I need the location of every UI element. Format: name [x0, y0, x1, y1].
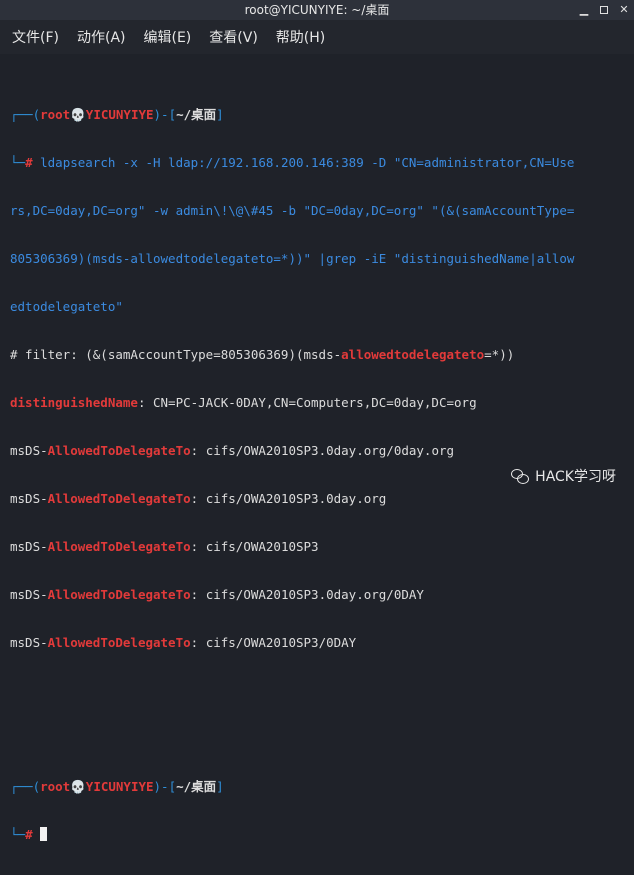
result-prefix: msDS-	[10, 491, 48, 506]
prompt-line: ┌──(root💀YICUNYIYE)-[~/桌面]	[10, 107, 624, 123]
prompt-corner: └─	[10, 155, 26, 170]
result-prefix: msDS-	[10, 587, 48, 602]
dn-line: distinguishedName: CN=PC-JACK-0DAY,CN=Co…	[10, 395, 624, 411]
menu-action[interactable]: 动作(A)	[77, 27, 126, 47]
result-value: : cifs/OWA2010SP3.0day.org/0day.org	[190, 443, 455, 458]
command-text: ldapsearch -x -H ldap://192.168.200.146:…	[32, 155, 575, 170]
window-controls: ▁ ✕	[578, 0, 630, 20]
result-line: msDS-AllowedToDelegateTo: cifs/OWA2010SP…	[10, 539, 624, 555]
window-title: root@YICUNYIYE: ~/桌面	[244, 3, 390, 17]
prompt-bracket-open: ┌──(	[10, 107, 41, 122]
result-prefix: msDS-	[10, 539, 48, 554]
prompt-path: ~/桌面	[176, 107, 217, 122]
result-value: : cifs/OWA2010SP3	[190, 539, 319, 554]
filter-highlight: allowedtodelegateto	[341, 347, 485, 362]
prompt-hash: #	[25, 827, 33, 842]
skull-icon: 💀	[70, 107, 86, 122]
menu-view[interactable]: 查看(V)	[209, 27, 258, 47]
prompt-bracket-open: ┌──(	[10, 779, 41, 794]
result-line: msDS-AllowedToDelegateTo: cifs/OWA2010SP…	[10, 587, 624, 603]
filter-text: # filter: (&(samAccountType=805306369)(m…	[10, 347, 342, 362]
minimize-icon[interactable]: ▁	[578, 0, 590, 20]
result-value: : cifs/OWA2010SP3.0day.org	[190, 491, 387, 506]
command-line: └─# ldapsearch -x -H ldap://192.168.200.…	[10, 155, 624, 171]
command-continuation: edtodelegateto"	[10, 299, 123, 314]
prompt-bracket-close: ]	[216, 779, 224, 794]
result-key: AllowedToDelegateTo	[47, 635, 191, 650]
result-key: AllowedToDelegateTo	[47, 539, 191, 554]
menu-bar: 文件(F) 动作(A) 编辑(E) 查看(V) 帮助(H)	[0, 20, 634, 54]
prompt-separator: )-[	[153, 779, 177, 794]
menu-help[interactable]: 帮助(H)	[276, 27, 325, 47]
text-cursor	[40, 827, 48, 841]
prompt-user: root	[40, 107, 71, 122]
input-line[interactable]: └─#	[10, 827, 624, 843]
prompt-line: ┌──(root💀YICUNYIYE)-[~/桌面]	[10, 779, 624, 795]
prompt-corner: └─	[10, 827, 26, 842]
filter-line: # filter: (&(samAccountType=805306369)(m…	[10, 347, 624, 363]
command-continuation: rs,DC=0day,DC=org" -w admin\!\@\#45 -b "…	[10, 203, 575, 218]
dn-key: distinguishedName	[10, 395, 138, 410]
terminal-area[interactable]: ┌──(root💀YICUNYIYE)-[~/桌面] └─# ldapsearc…	[0, 54, 634, 842]
result-prefix: msDS-	[10, 635, 48, 650]
menu-edit[interactable]: 编辑(E)	[144, 27, 192, 47]
watermark-text: HACK学习呀	[535, 469, 616, 485]
result-line: msDS-AllowedToDelegateTo: cifs/OWA2010SP…	[10, 491, 624, 507]
skull-icon: 💀	[70, 779, 86, 794]
result-value: : cifs/OWA2010SP3.0day.org/0DAY	[190, 587, 424, 602]
close-icon[interactable]: ✕	[618, 0, 630, 20]
command-continuation: 805306369)(msds-allowedtodelegateto=*))"…	[10, 251, 575, 266]
title-bar: root@YICUNYIYE: ~/桌面 ▁ ✕	[0, 0, 634, 20]
menu-file[interactable]: 文件(F)	[12, 27, 59, 47]
result-value: : cifs/OWA2010SP3/0DAY	[190, 635, 357, 650]
watermark: HACK学习呀	[511, 466, 616, 486]
prompt-host: YICUNYIYE	[85, 107, 154, 122]
result-line: msDS-AllowedToDelegateTo: cifs/OWA2010SP…	[10, 443, 624, 459]
result-key: AllowedToDelegateTo	[47, 587, 191, 602]
prompt-bracket-close: ]	[216, 107, 224, 122]
maximize-icon[interactable]	[600, 6, 608, 14]
prompt-hash: #	[25, 155, 33, 170]
prompt-path: ~/桌面	[176, 779, 217, 794]
dn-value: : CN=PC-JACK-0DAY,CN=Computers,DC=0day,D…	[137, 395, 477, 410]
result-prefix: msDS-	[10, 443, 48, 458]
wechat-icon	[511, 468, 530, 484]
result-key: AllowedToDelegateTo	[47, 443, 191, 458]
prompt-host: YICUNYIYE	[85, 779, 154, 794]
prompt-separator: )-[	[153, 107, 177, 122]
prompt-user: root	[40, 779, 71, 794]
result-key: AllowedToDelegateTo	[47, 491, 191, 506]
filter-text: =*))	[484, 347, 515, 362]
result-line: msDS-AllowedToDelegateTo: cifs/OWA2010SP…	[10, 635, 624, 651]
